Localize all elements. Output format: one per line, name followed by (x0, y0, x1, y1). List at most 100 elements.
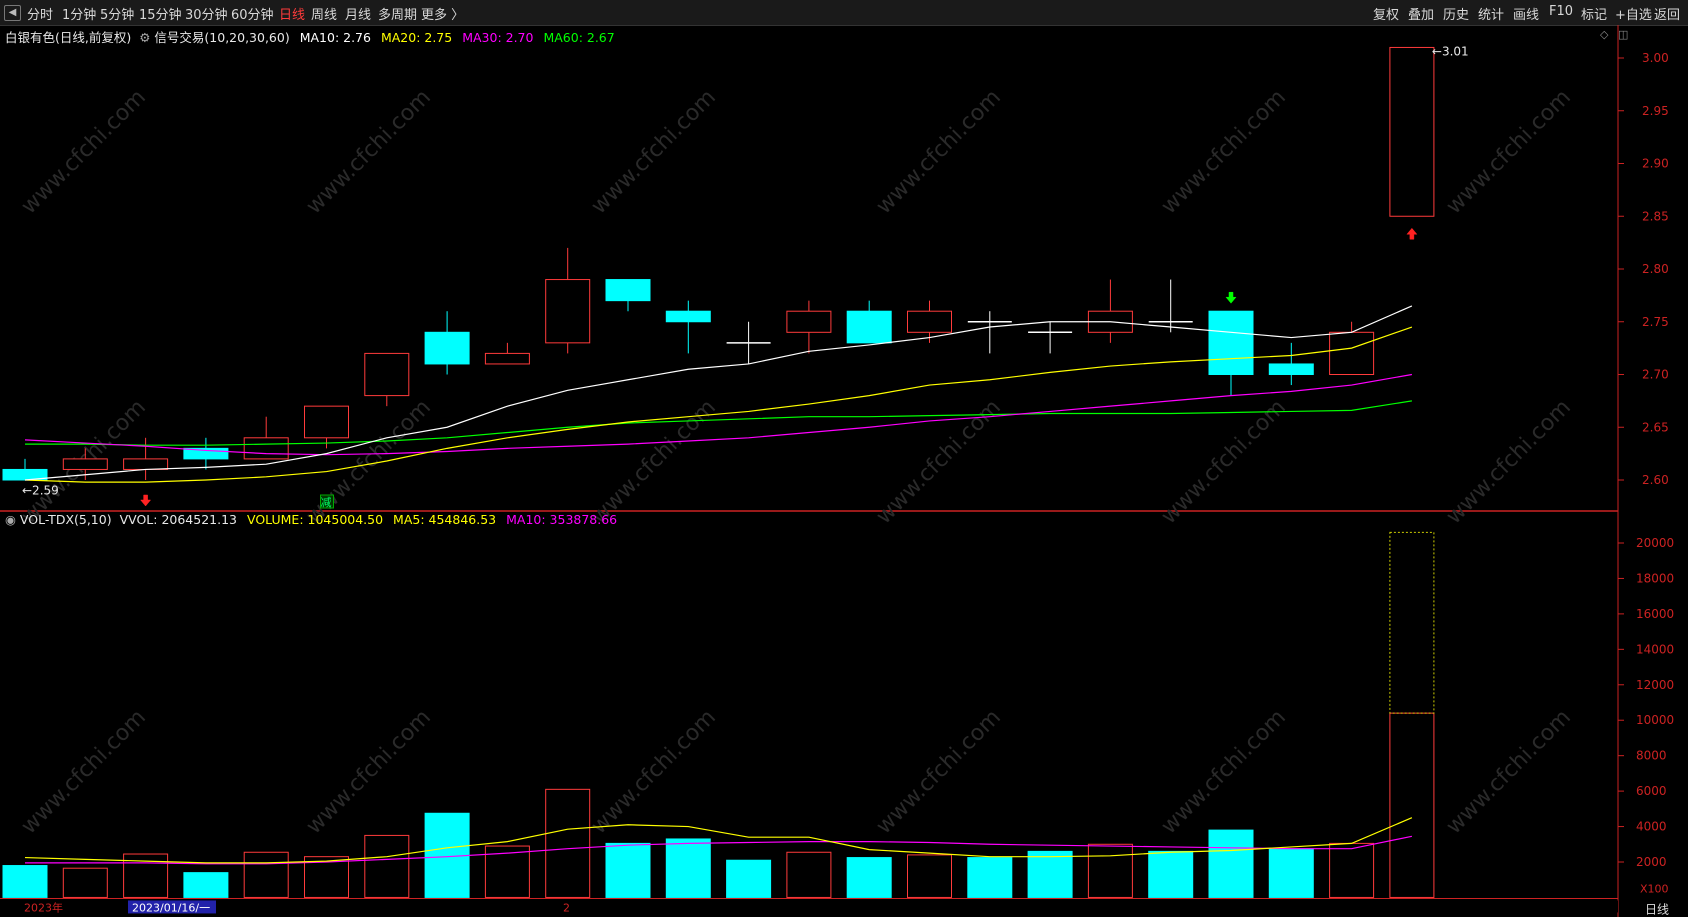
watermark: www.cfchi.com (1157, 85, 1291, 219)
candle-body (123, 458, 169, 470)
indicator-name[interactable]: 信号交易(10,20,30,60) (154, 30, 289, 45)
period-tab[interactable]: 1分钟 (62, 4, 96, 23)
toolbar-button[interactable]: F10 (1549, 4, 1573, 19)
candle (424, 311, 470, 375)
sell-signal-icon (140, 494, 152, 507)
price-tick-label: 2.60 (1642, 473, 1669, 487)
date-label: 2023年 (24, 900, 63, 914)
watermark: www.cfchi.com (1442, 395, 1576, 529)
candle (967, 311, 1012, 354)
candle (665, 300, 711, 354)
volume-projection-bar (1389, 531, 1435, 714)
back-arrow-icon[interactable]: ◀ (4, 5, 21, 21)
volume-bar (967, 857, 1013, 898)
period-tab[interactable]: 5分钟 (100, 4, 134, 23)
candle-body (1389, 46, 1435, 217)
candle (484, 342, 530, 365)
candle-body (1329, 331, 1375, 375)
candle-body (545, 279, 591, 344)
candle-body (1208, 310, 1254, 376)
low-price-label: ←2.59 (22, 484, 59, 498)
price-tick-label: 2.70 (1642, 368, 1669, 382)
volume-bar (605, 842, 651, 898)
period-toolbar: ◀ 分时 1分钟 5分钟 15分钟 30分钟 60分钟 日线 周线 月线 多周期 更多 〉 复权 叠加… (0, 0, 1688, 26)
candle-body (605, 279, 651, 302)
candle-body (243, 437, 289, 460)
period-tab[interactable]: 更多 〉 (421, 4, 464, 23)
toolbar-button[interactable]: 返回 (1654, 4, 1680, 23)
candle-body (364, 352, 410, 397)
volume-bar (907, 854, 952, 898)
date-cursor-label: 2023/01/16/一 (132, 901, 210, 914)
period-tab[interactable]: 60分钟 (231, 4, 274, 23)
volume-bar (243, 851, 289, 898)
toolbar-button[interactable]: 叠加 (1408, 4, 1434, 23)
volume-bar (545, 788, 591, 898)
volume-bar (183, 872, 229, 898)
candle (123, 437, 169, 480)
vol-ma5-line (24, 817, 1413, 864)
panel-toggle-icon[interactable]: ◫ (1618, 28, 1628, 41)
period-tab[interactable]: 分时 (27, 4, 53, 23)
diamond-icon[interactable]: ◇ (1600, 28, 1608, 41)
volume-bar (1389, 712, 1435, 898)
watermark: www.cfchi.com (1442, 85, 1576, 219)
date-label: 2 (563, 901, 570, 914)
price-tick-label: 3.00 (1642, 51, 1669, 65)
candle (1389, 46, 1435, 217)
ma20-value: MA20: 2.75 (380, 30, 453, 45)
period-tab[interactable]: 30分钟 (185, 4, 228, 23)
volume-tick-label: 14000 (1636, 642, 1674, 656)
toolbar-button[interactable]: 标记 (1581, 4, 1607, 23)
vol-ma10-line (25, 835, 1413, 865)
vvol-value: VVOL: 2064521.13 (119, 512, 237, 527)
period-tab[interactable]: 月线 (345, 4, 371, 23)
period-tab[interactable]: 日线 (279, 4, 305, 23)
watermark: www.cfchi.com (872, 705, 1006, 839)
toolbar-button[interactable]: 画线 (1513, 4, 1539, 23)
toolbar-button[interactable]: 统计 (1478, 4, 1504, 23)
reduce-tag: 减 (321, 496, 332, 509)
volume-header: ◉ VOL-TDX(5,10) VVOL: 2064521.13 VOLUME:… (5, 512, 617, 527)
kline-chart[interactable]: www.cfchi.com www.cfchi.com www.cfchi.com w… (0, 25, 1688, 917)
period-tab[interactable]: 多周期 (378, 4, 417, 23)
toolbar-button[interactable]: 历史 (1443, 4, 1469, 23)
candle-body (484, 352, 530, 365)
price-header: 白银有色(日线,前复权) ⚙ 信号交易(10,20,30,60) MA10: 2… (5, 27, 615, 46)
collapse-icon[interactable]: ◉ (5, 512, 16, 527)
volume-bar (1208, 829, 1254, 898)
volume-tick-label: 16000 (1636, 607, 1674, 621)
candle (2, 458, 48, 481)
candle (786, 300, 832, 354)
volume-indicator-name[interactable]: VOL-TDX(5,10) (20, 512, 112, 527)
volume-bar (846, 857, 892, 898)
candle-body (304, 405, 349, 439)
watermark: www.cfchi.com (587, 85, 721, 219)
settings-icon[interactable]: ⚙ (139, 30, 150, 45)
ma60-line (25, 400, 1412, 446)
ma10-value: MA10: 2.76 (299, 30, 371, 45)
volume-tick-label: 10000 (1636, 713, 1674, 727)
volume-bar (665, 838, 711, 898)
signal-arrow-icon (1225, 291, 1237, 304)
candle-body (907, 310, 952, 333)
price-tick-label: 2.65 (1642, 420, 1669, 434)
buy-signal-icon (1406, 227, 1418, 240)
period-tab[interactable]: 周线 (311, 4, 337, 23)
watermark: www.cfchi.com (872, 85, 1006, 219)
price-tick-label: 2.80 (1642, 262, 1669, 276)
watermark: www.cfchi.com (302, 705, 436, 839)
candle (907, 300, 952, 343)
candle (846, 300, 892, 344)
volume-bar (62, 867, 108, 898)
price-tick-label: 2.85 (1642, 209, 1669, 223)
watermark: www.cfchi.com (1442, 705, 1576, 839)
watermark: www.cfchi.com (17, 705, 151, 839)
ma20-line (24, 326, 1413, 483)
ma60-value: MA60: 2.67 (543, 30, 615, 45)
toolbar-button[interactable]: +自选 (1615, 4, 1652, 23)
watermark: www.cfchi.com (302, 85, 436, 219)
period-tab[interactable]: 15分钟 (139, 4, 182, 23)
toolbar-button[interactable]: 复权 (1373, 4, 1399, 23)
price-tick-label: 2.75 (1642, 315, 1669, 329)
